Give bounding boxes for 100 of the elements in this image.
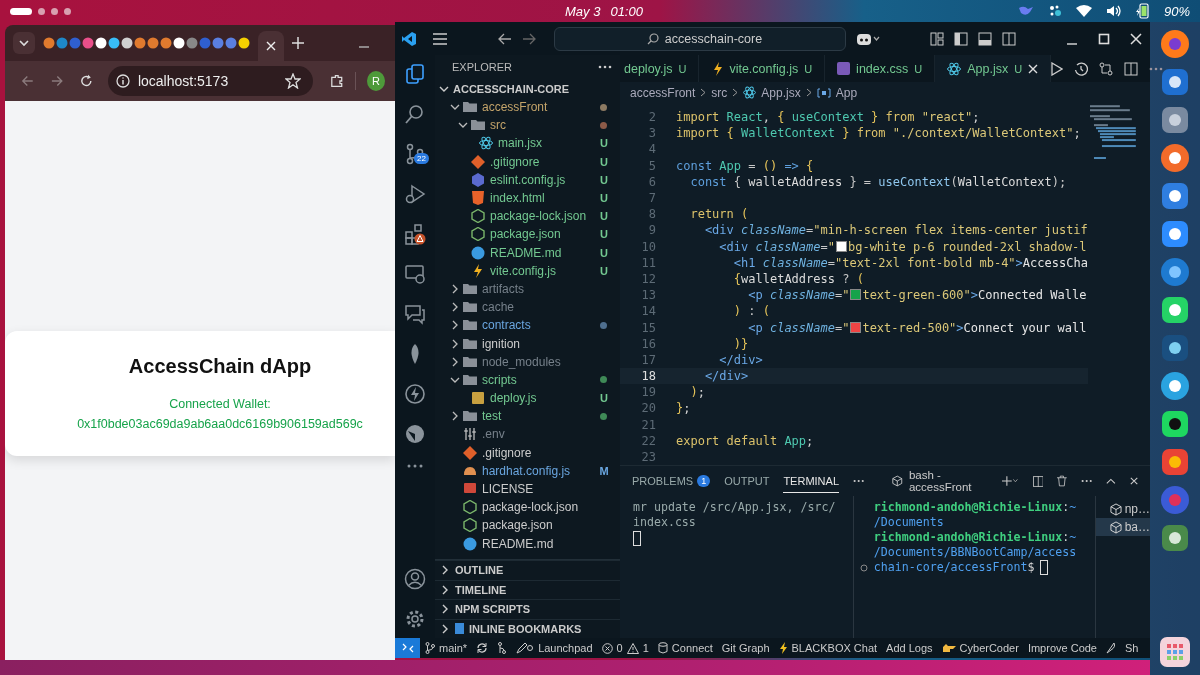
section-header[interactable]: OUTLINE <box>435 560 620 580</box>
panel-tab[interactable]: TERMINAL <box>783 469 839 493</box>
tree-item[interactable]: accessFront <box>482 100 548 115</box>
forward-arrow-icon[interactable] <box>50 74 64 88</box>
tree-item[interactable]: .env <box>482 427 505 442</box>
workspace-indicator[interactable] <box>51 7 58 15</box>
problems-status[interactable]: 0 1 <box>601 642 649 654</box>
tree-item[interactable]: LICENSE <box>482 482 534 497</box>
back-arrow-icon[interactable] <box>497 32 512 45</box>
status-item[interactable] <box>476 642 489 654</box>
favicon-icon[interactable] <box>95 37 107 49</box>
tree-item[interactable]: artifacts <box>482 281 524 296</box>
split-icon[interactable] <box>1032 474 1044 488</box>
panel-tab[interactable]: OUTPUT <box>724 470 770 492</box>
status-item[interactable]: Connect <box>657 642 713 654</box>
tree-item[interactable]: vite.config.js <box>490 263 557 278</box>
section-header[interactable]: TIMELINE <box>435 579 620 599</box>
forward-arrow-icon[interactable] <box>521 32 536 45</box>
bolt-circle-icon[interactable] <box>404 383 426 405</box>
search-icon[interactable] <box>404 103 426 125</box>
workspace-indicator[interactable] <box>10 7 32 15</box>
maximize-icon[interactable] <box>1098 32 1110 45</box>
layout-icon[interactable] <box>930 31 944 46</box>
status-item[interactable]: Launchpad <box>516 642 593 654</box>
editor-tab[interactable]: App.jsx U <box>935 55 1052 82</box>
wifi-icon[interactable] <box>1075 5 1092 17</box>
status-item[interactable]: Add Logs <box>886 642 933 654</box>
puzzle-icon[interactable] <box>329 73 345 89</box>
status-item[interactable]: CyberCoder <box>941 642 1019 654</box>
monitor-icon[interactable] <box>404 263 426 285</box>
robot-icon[interactable] <box>855 31 880 46</box>
chat-icon[interactable] <box>404 303 426 325</box>
favicon-icon[interactable] <box>121 37 133 49</box>
tree-item[interactable]: contracts <box>482 318 531 333</box>
pie-chart-icon[interactable] <box>404 423 426 445</box>
favicon-icon[interactable] <box>108 37 120 49</box>
tree-item[interactable]: cache <box>482 300 515 315</box>
tree-item[interactable]: node_modules <box>482 354 561 369</box>
section-header[interactable]: NPM SCRIPTS <box>435 599 620 619</box>
tree-item[interactable]: eslint.config.js <box>490 172 566 187</box>
files-icon[interactable] <box>404 63 426 85</box>
battery-icon[interactable] <box>1135 3 1150 19</box>
more-icon[interactable] <box>1080 479 1093 483</box>
workspace-indicator[interactable] <box>64 7 71 15</box>
star-icon[interactable] <box>284 73 301 89</box>
chevron-icon[interactable] <box>450 302 460 313</box>
tree-item[interactable]: hardhat.config.js <box>482 463 571 478</box>
tree-item[interactable]: README.md <box>490 245 562 260</box>
tree-item[interactable]: test <box>482 409 502 424</box>
remote-button[interactable] <box>395 638 420 658</box>
status-item[interactable]: Improve Code <box>1027 642 1097 654</box>
chevron-icon[interactable] <box>450 356 460 367</box>
terminal-list-item[interactable]: ba… <box>1095 518 1150 536</box>
tree-item[interactable]: deploy.js <box>490 391 537 406</box>
favicon-icon[interactable] <box>238 37 250 49</box>
chevron-up-icon[interactable] <box>1106 477 1116 485</box>
volume-icon[interactable] <box>1105 5 1122 17</box>
dots-icon[interactable] <box>1047 4 1062 18</box>
breadcrumb-item[interactable]: accessFront <box>630 85 696 100</box>
breadcrumb-item[interactable]: src <box>711 85 728 100</box>
chevron-down-icon[interactable] <box>13 32 35 54</box>
close-icon[interactable] <box>1130 32 1142 45</box>
favicon-icon[interactable] <box>173 37 185 49</box>
status-item[interactable]: Sh <box>1125 642 1139 654</box>
panel-tab[interactable]: PROBLEMS 1 <box>632 470 711 492</box>
chevron-icon[interactable] <box>450 283 460 294</box>
editor-tab[interactable]: deploy.js U <box>620 55 700 82</box>
account-icon[interactable] <box>404 568 426 590</box>
split-icon[interactable] <box>1002 31 1016 46</box>
status-item[interactable] <box>497 642 508 654</box>
tree-item[interactable]: .gitignore <box>482 445 532 460</box>
tree-item[interactable]: index.html <box>490 191 545 206</box>
plus-icon[interactable] <box>1002 475 1019 487</box>
info-icon[interactable] <box>115 74 130 88</box>
more-icon[interactable] <box>598 65 612 69</box>
tree-item[interactable]: scripts <box>482 372 517 387</box>
menu-icon[interactable] <box>433 32 447 45</box>
panel-toggle-icon[interactable] <box>978 31 992 46</box>
settings-icon[interactable] <box>404 608 426 630</box>
tree-item[interactable]: ignition <box>482 336 521 351</box>
battery-percent[interactable]: 90% <box>1163 3 1190 19</box>
tree-item[interactable]: README.md <box>482 536 554 551</box>
address-bar[interactable]: localhost:5173 <box>107 66 313 96</box>
status-item[interactable]: BLACKBOX Chat <box>778 642 878 654</box>
tree-item[interactable]: package.json <box>482 518 553 533</box>
sidebar-toggle-icon[interactable] <box>954 31 968 46</box>
status-item[interactable]: main* <box>425 642 468 654</box>
tree-item[interactable]: package-lock.json <box>490 209 587 224</box>
reload-icon[interactable] <box>80 74 93 88</box>
profile-avatar[interactable]: R <box>367 71 385 91</box>
active-tab[interactable] <box>258 31 284 61</box>
chevron-icon[interactable] <box>450 411 460 422</box>
extensions-warning-icon[interactable] <box>404 223 426 245</box>
workspace-indicator[interactable] <box>38 7 45 15</box>
tree-item[interactable]: src <box>490 118 506 133</box>
tree-item[interactable]: main.jsx <box>498 136 542 151</box>
run-debug-icon[interactable] <box>404 183 426 205</box>
compare-icon[interactable] <box>1099 61 1114 76</box>
more-icon[interactable] <box>1149 66 1164 71</box>
tree-item[interactable]: package-lock.json <box>482 500 579 515</box>
